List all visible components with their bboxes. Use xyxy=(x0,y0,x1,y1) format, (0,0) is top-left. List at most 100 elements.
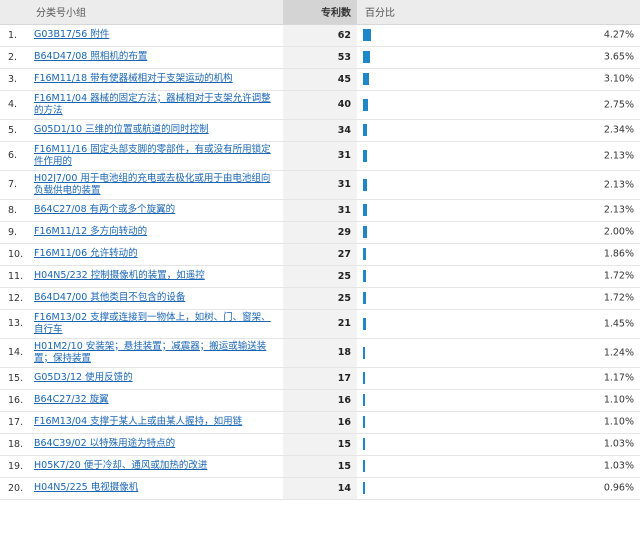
table-row: 13. F16M13/02 支撑或连接到一物体上，如树、门、窗架、自行车 21 1.4… xyxy=(0,309,640,338)
table-row: 11. H04N5/232 控制摄像机的装置，如遥控 25 1.72% xyxy=(0,265,640,287)
row-group: F16M11/12 多方向转动的 xyxy=(30,221,283,243)
row-index: 18. xyxy=(8,438,24,450)
row-group: B64D47/00 其他类目不包含的设备 xyxy=(30,287,283,309)
percent-bar xyxy=(363,29,371,41)
row-percent: 1.24% xyxy=(603,347,634,358)
row-group: F16M13/02 支撑或连接到一物体上，如树、门、窗架、自行车 xyxy=(30,309,283,338)
row-percent: 2.13% xyxy=(603,150,634,161)
percent-bar xyxy=(363,98,368,111)
row-percent-cell: 1.86% xyxy=(357,243,640,265)
row-percent: 2.34% xyxy=(603,124,634,136)
table-header-row: 分类号小组 专利数 百分比 xyxy=(0,0,640,25)
row-count: 40 xyxy=(283,90,357,119)
row-count: 31 xyxy=(283,170,357,199)
row-count: 34 xyxy=(283,119,357,141)
table-row: 10. F16M11/06 允许转动的 27 1.86% xyxy=(0,243,640,265)
row-count: 53 xyxy=(283,46,357,68)
row-group: B64C39/02 以特殊用途为特点的 xyxy=(30,433,283,455)
group-link[interactable]: G03B17/56 附件 xyxy=(34,29,109,40)
table-row: 14. H01M2/10 安装架；悬挂装置；减震器；搬运或输送装置；保持装置 18 1… xyxy=(0,338,640,367)
row-percent-cell: 1.03% xyxy=(357,433,640,455)
row-index: 11. xyxy=(8,270,24,282)
percent-bar xyxy=(363,178,367,191)
row-percent-cell: 2.13% xyxy=(357,170,640,199)
row-group: B64D47/08 照相机的布置 xyxy=(30,46,283,68)
row-index: 14. xyxy=(8,347,24,358)
table-row: 12. B64D47/00 其他类目不包含的设备 25 1.72% xyxy=(0,287,640,309)
group-link[interactable]: F16M11/12 多方向转动的 xyxy=(34,226,147,237)
percent-bar xyxy=(363,292,366,304)
row-group: H02J7/00 用于电池组的充电或去极化或用于由电池组向负载供电的装置 xyxy=(30,170,283,199)
table-row: 18. B64C39/02 以特殊用途为特点的 15 1.03% xyxy=(0,433,640,455)
row-index: 3. xyxy=(8,73,18,85)
group-link[interactable]: G05D3/12 使用反馈的 xyxy=(34,372,133,383)
group-link[interactable]: F16M13/04 支撑于某人上或由某人握持，如用链 xyxy=(34,416,242,427)
table-row: 7. H02J7/00 用于电池组的充电或去极化或用于由电池组向负载供电的装置 31… xyxy=(0,170,640,199)
group-link[interactable]: H05K7/20 便于冷却、通风或加热的改进 xyxy=(34,460,207,471)
group-link[interactable]: B64C27/08 有两个或多个旋翼的 xyxy=(34,204,175,215)
group-link[interactable]: B64C27/32 旋翼 xyxy=(34,394,109,405)
row-percent: 1.03% xyxy=(603,438,634,450)
table-row: 15. G05D3/12 使用反馈的 17 1.17% xyxy=(0,367,640,389)
row-percent-cell: 0.96% xyxy=(357,477,640,499)
row-index: 20. xyxy=(8,482,24,494)
table-row: 1. G03B17/56 附件 62 4.27% xyxy=(0,24,640,46)
row-count: 21 xyxy=(283,309,357,338)
table-row: 16. B64C27/32 旋翼 16 1.10% xyxy=(0,389,640,411)
percent-bar xyxy=(363,73,369,85)
percent-bar xyxy=(363,51,370,63)
table-row: 8. B64C27/08 有两个或多个旋翼的 31 2.13% xyxy=(0,199,640,221)
table-row: 2. B64D47/08 照相机的布置 53 3.65% xyxy=(0,46,640,68)
group-link[interactable]: F16M11/18 带有使器械相对于支架运动的机构 xyxy=(34,73,233,84)
row-group: G03B17/56 附件 xyxy=(30,24,283,46)
table-row: 4. F16M11/04 器械的固定方法；器械相对于支架允许调整的方法 40 2.75… xyxy=(0,90,640,119)
row-index: 5. xyxy=(8,124,18,136)
row-group: G05D1/10 三维的位置或航道的同时控制 xyxy=(30,119,283,141)
header-count[interactable]: 专利数 xyxy=(283,0,357,25)
row-percent: 1.10% xyxy=(603,394,634,406)
table-row: 19. H05K7/20 便于冷却、通风或加热的改进 15 1.03% xyxy=(0,455,640,477)
row-percent: 1.17% xyxy=(603,372,634,384)
group-link[interactable]: H02J7/00 用于电池组的充电或去极化或用于由电池组向负载供电的装置 xyxy=(34,173,270,196)
group-link[interactable]: F16M11/06 允许转动的 xyxy=(34,248,138,259)
group-link[interactable]: B64D47/00 其他类目不包含的设备 xyxy=(34,292,185,303)
row-count: 62 xyxy=(283,24,357,46)
group-link[interactable]: F16M11/16 固定头部支脚的零部件，有或没有所用锁定件作用的 xyxy=(34,144,271,167)
group-link[interactable]: H04N5/232 控制摄像机的装置，如遥控 xyxy=(34,270,205,281)
row-percent-cell: 2.13% xyxy=(357,141,640,170)
header-percent[interactable]: 百分比 xyxy=(357,0,640,25)
patent-classification-table: 分类号小组 专利数 百分比 1. G03B17/56 附件 62 4.27% 2. B64… xyxy=(0,0,640,500)
group-link[interactable]: F16M13/02 支撑或连接到一物体上，如树、门、窗架、自行车 xyxy=(34,312,271,335)
percent-bar xyxy=(363,460,365,472)
row-index: 19. xyxy=(8,460,24,472)
table-row: 5. G05D1/10 三维的位置或航道的同时控制 34 2.34% xyxy=(0,119,640,141)
row-percent-cell: 1.72% xyxy=(357,265,640,287)
percent-bar xyxy=(363,204,367,216)
table-row: 9. F16M11/12 多方向转动的 29 2.00% xyxy=(0,221,640,243)
row-percent: 2.75% xyxy=(603,99,634,110)
row-group: F16M11/18 带有使器械相对于支架运动的机构 xyxy=(30,68,283,90)
row-group: B64C27/32 旋翼 xyxy=(30,389,283,411)
row-group: H05K7/20 便于冷却、通风或加热的改进 xyxy=(30,455,283,477)
row-group: F16M11/04 器械的固定方法；器械相对于支架允许调整的方法 xyxy=(30,90,283,119)
group-link[interactable]: H01M2/10 安装架；悬挂装置；减震器；搬运或输送装置；保持装置 xyxy=(34,341,266,364)
group-link[interactable]: G05D1/10 三维的位置或航道的同时控制 xyxy=(34,124,209,135)
row-percent: 3.10% xyxy=(603,73,634,85)
group-link[interactable]: B64D47/08 照相机的布置 xyxy=(34,51,147,62)
header-group[interactable]: 分类号小组 xyxy=(30,0,283,25)
row-percent: 0.96% xyxy=(603,482,634,494)
group-link[interactable]: H04N5/225 电视摄像机 xyxy=(34,482,138,493)
percent-bar xyxy=(363,346,365,359)
row-percent-cell: 2.13% xyxy=(357,199,640,221)
table-row: 20. H04N5/225 电视摄像机 14 0.96% xyxy=(0,477,640,499)
row-percent: 1.86% xyxy=(603,248,634,260)
row-percent-cell: 1.10% xyxy=(357,389,640,411)
row-count: 14 xyxy=(283,477,357,499)
percent-bar xyxy=(363,394,365,406)
row-percent: 2.13% xyxy=(603,179,634,190)
group-link[interactable]: F16M11/04 器械的固定方法；器械相对于支架允许调整的方法 xyxy=(34,93,271,116)
percent-bar xyxy=(363,226,367,238)
group-link[interactable]: B64C39/02 以特殊用途为特点的 xyxy=(34,438,175,449)
row-percent-cell: 1.24% xyxy=(357,338,640,367)
percent-bar xyxy=(363,438,365,450)
